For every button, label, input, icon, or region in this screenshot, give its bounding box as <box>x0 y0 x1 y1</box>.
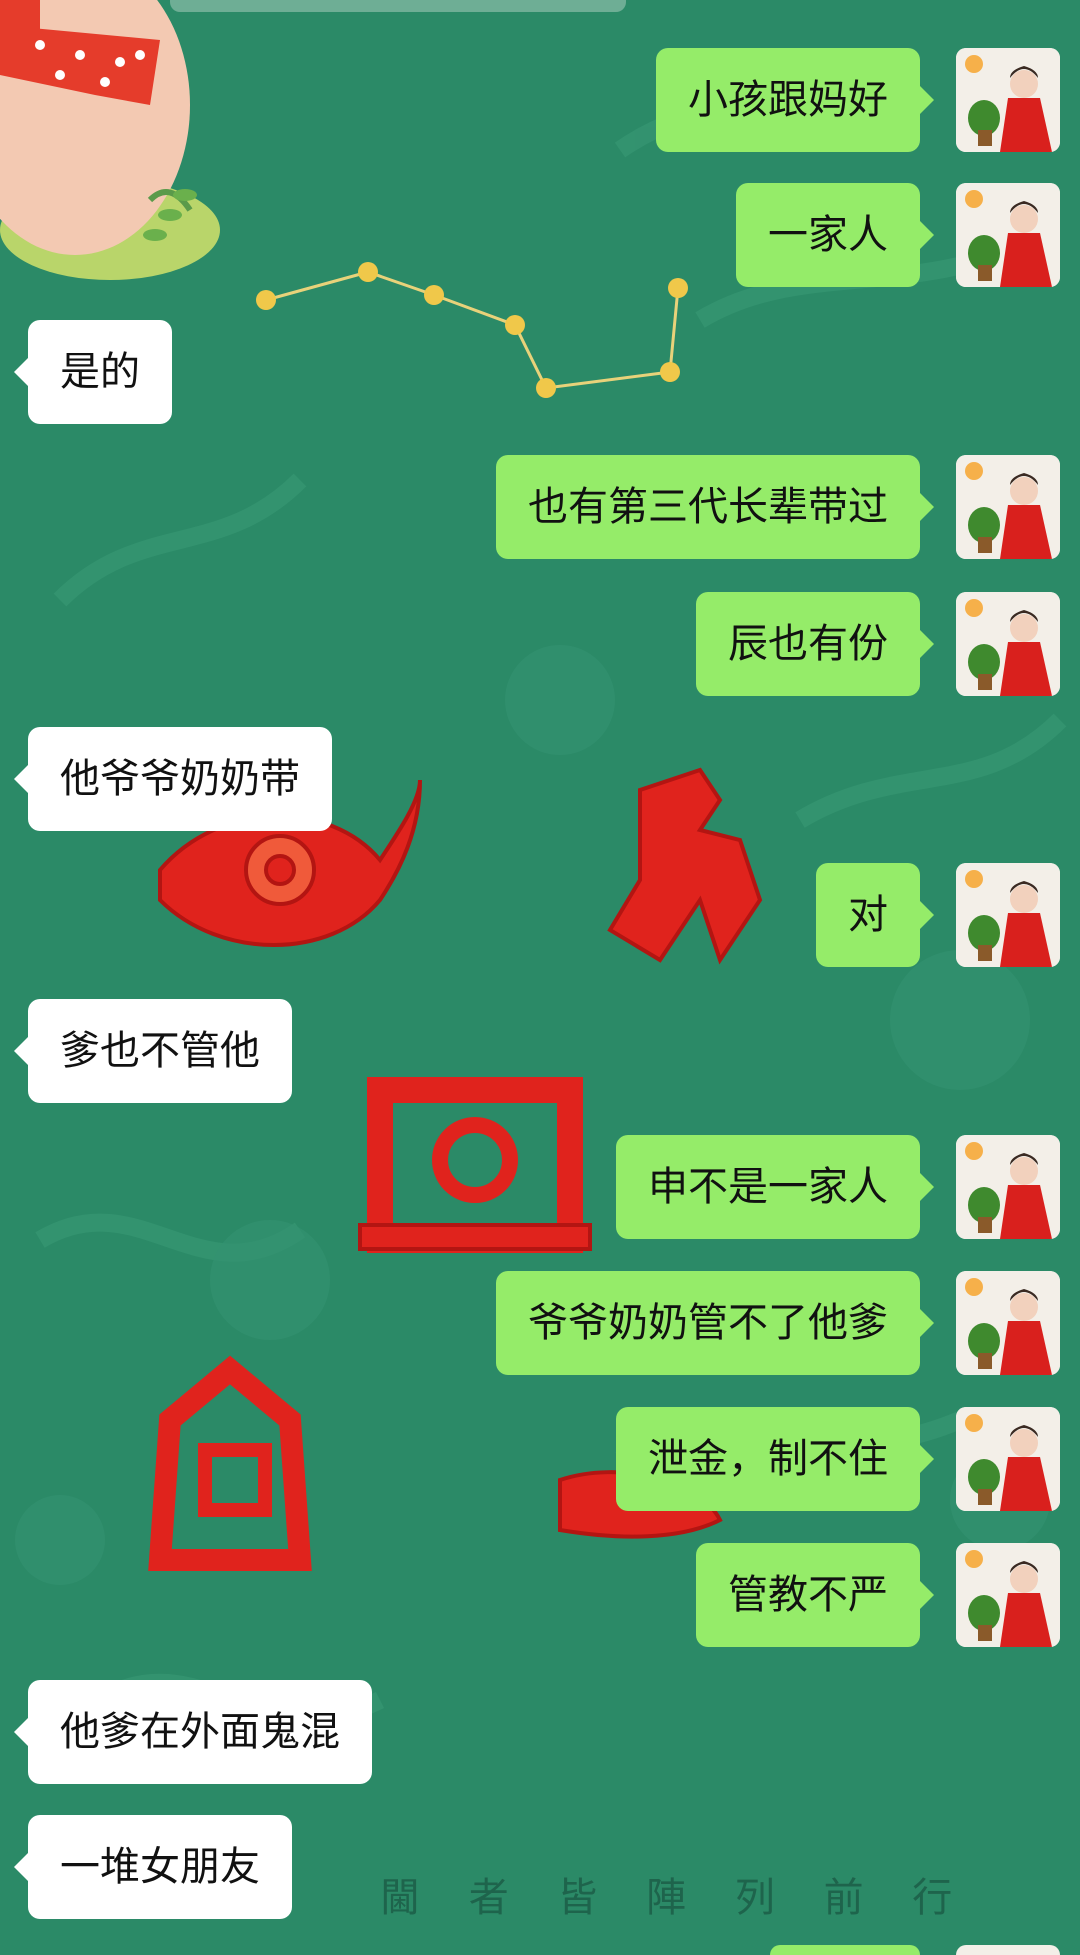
message-bubble-out[interactable]: 一家人 <box>736 183 934 287</box>
message-bubble-in[interactable]: 他爷爷奶奶带 <box>14 727 332 831</box>
avatar[interactable] <box>956 183 1060 287</box>
message-bubble-out[interactable]: 泄金，制不住 <box>616 1407 934 1511</box>
message-bubble-out[interactable]: 爷爷奶奶管不了他爹 <box>496 1271 934 1375</box>
message-bubble-out[interactable]: 申不是一家人 <box>616 1135 934 1239</box>
avatar[interactable] <box>956 1407 1060 1511</box>
message-bubble-out[interactable]: 管教不严 <box>696 1543 934 1647</box>
message-bubble-out[interactable]: 辰也有份 <box>696 592 934 696</box>
background-watermark-text: 閫 者 皆 陣 列 前 行 <box>380 1875 971 1921</box>
avatar[interactable] <box>956 1135 1060 1239</box>
avatar[interactable] <box>956 455 1060 559</box>
chat-background <box>0 0 1080 1955</box>
message-bubble-out[interactable]: 对 <box>816 863 934 967</box>
avatar[interactable] <box>956 1271 1060 1375</box>
message-bubble-in[interactable]: 一堆女朋友 <box>14 1815 292 1919</box>
message-bubble-out[interactable]: 也有第三代长辈带过 <box>496 455 934 559</box>
message-bubble-in[interactable]: 爹也不管他 <box>14 999 292 1103</box>
avatar[interactable] <box>956 592 1060 696</box>
message-bubble-out[interactable]: 小孩跟妈好 <box>656 48 934 152</box>
avatar[interactable] <box>956 1543 1060 1647</box>
screen-top-handle <box>170 0 626 12</box>
message-bubble-in[interactable]: 他爹在外面鬼混 <box>14 1680 372 1784</box>
message-bubble-partial <box>770 1945 920 1955</box>
avatar[interactable] <box>956 863 1060 967</box>
message-bubble-in[interactable]: 是的 <box>14 320 172 424</box>
chat-screen: 小孩跟妈好 一家人 是的 也有第三代长辈带过 辰也有份 他爷爷奶奶带 对 爹也不… <box>0 0 1080 1955</box>
avatar-partial <box>956 1945 1060 1955</box>
avatar[interactable] <box>956 48 1060 152</box>
